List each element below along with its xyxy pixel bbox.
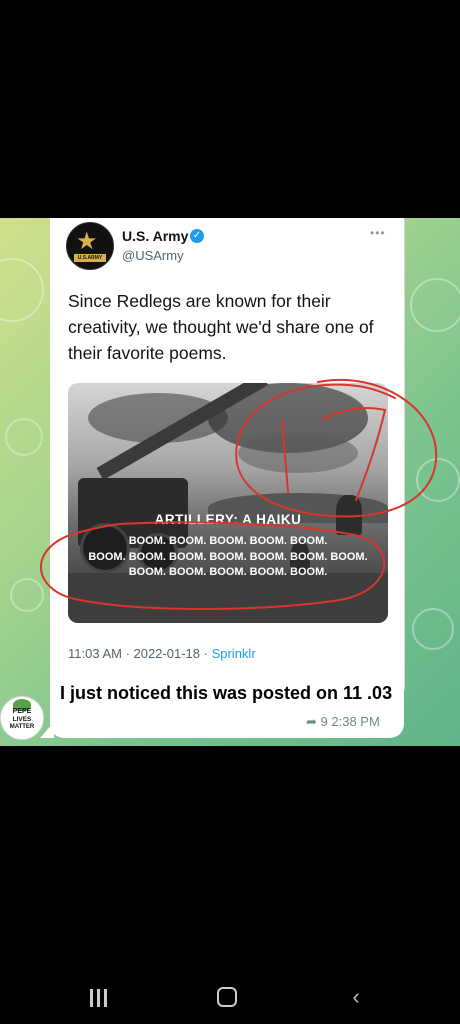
avatar[interactable]: PEPE LIVES MATTER xyxy=(0,696,44,740)
reply-count: 9 xyxy=(320,714,328,729)
message-meta: ➦ 9 2:38 PM xyxy=(306,714,380,730)
account-name[interactable]: U.S. Army xyxy=(122,228,188,244)
message-text: I just noticed this was posted on 11 .03 xyxy=(60,683,393,703)
tweet-text: Since Redlegs are known for their creati… xyxy=(68,291,374,363)
avatar-line-1: PEPE xyxy=(12,708,32,715)
reply-arrow-icon[interactable]: ➦ xyxy=(306,714,317,729)
tweet-timestamp: 11:03 AM · 2022-01-18 · Sprinklr xyxy=(68,646,256,661)
verified-check-icon: ✓ xyxy=(190,229,204,243)
ground xyxy=(68,573,388,623)
avatar-line-2: LIVES xyxy=(12,716,32,723)
back-chevron-icon[interactable]: ‹ xyxy=(336,982,376,1012)
account-handle[interactable]: @USArmy xyxy=(122,248,184,263)
avatar-line-3: MATTER xyxy=(9,724,35,730)
haiku-title: ARTILLERY: A HAIKU xyxy=(154,512,302,527)
source-link[interactable]: Sprinklr xyxy=(212,646,256,661)
star-icon: ★ xyxy=(76,228,98,255)
haiku-line-2: BOOM. BOOM. BOOM. BOOM. BOOM. BOOM. BOOM… xyxy=(88,551,368,563)
home-icon[interactable] xyxy=(208,982,248,1012)
timestamp-text: 11:03 AM · 2022-01-18 · xyxy=(68,646,212,661)
logo-banner: U.S.ARMY xyxy=(74,254,106,262)
haiku-line-3: BOOM. BOOM. BOOM. BOOM. BOOM. xyxy=(128,566,328,578)
army-logo: ★ U.S.ARMY xyxy=(66,222,114,270)
haiku-line-1: BOOM. BOOM. BOOM. BOOM. BOOM. xyxy=(128,535,328,547)
tweet-image[interactable]: ARTILLERY: A HAIKU BOOM. BOOM. BOOM. BOO… xyxy=(68,383,388,623)
more-dots-icon[interactable]: ••• xyxy=(370,226,386,240)
navigation-bar: ‹ xyxy=(0,968,460,1024)
message-time: 2:38 PM xyxy=(331,714,380,729)
recents-icon[interactable] xyxy=(78,982,118,1012)
